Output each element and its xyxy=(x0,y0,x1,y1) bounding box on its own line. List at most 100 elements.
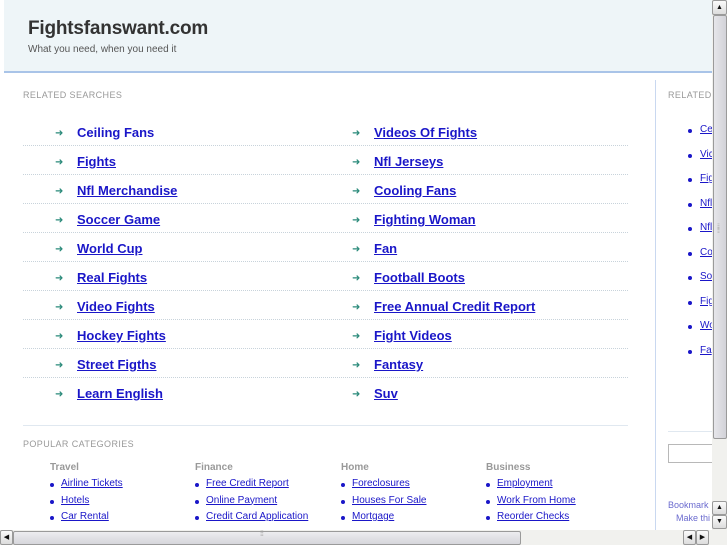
bullet-icon xyxy=(50,499,54,504)
bullet-icon xyxy=(688,349,692,354)
popular-categories-label: POPULAR CATEGORIES xyxy=(23,439,135,449)
scroll-right-arrow-icon[interactable]: ▶ xyxy=(696,530,709,545)
bullet-icon xyxy=(341,499,345,504)
category-link[interactable]: Car Rental xyxy=(61,511,109,522)
related-search-link[interactable]: Nfl Jerseys xyxy=(374,154,443,169)
category-link[interactable]: Reorder Checks xyxy=(497,511,569,522)
category-link[interactable]: Free Credit Report xyxy=(206,478,289,489)
sidebar-link[interactable]: Fig xyxy=(700,173,712,184)
related-search-link[interactable]: Nfl Merchandise xyxy=(77,183,177,198)
vertical-scroll-thumb[interactable]: ⁞⁞ ⁞⁞ xyxy=(713,15,727,439)
related-search-item: ➜ Fights xyxy=(55,153,116,171)
category-item: Mortgage xyxy=(341,511,426,528)
bullet-icon xyxy=(486,516,490,520)
make-homepage-link[interactable]: Make thi xyxy=(676,513,710,523)
category-link[interactable]: Airline Tickets xyxy=(61,478,123,489)
arrow-right-icon: ➜ xyxy=(352,186,361,197)
category-link[interactable]: Online Payment xyxy=(206,495,277,506)
related-search-item: ➜ World Cup xyxy=(55,240,142,258)
sidebar-link[interactable]: Wo xyxy=(700,320,712,331)
related-search-link[interactable]: Fantasy xyxy=(374,357,423,372)
arrow-right-icon: ➜ xyxy=(55,273,64,284)
category-link[interactable]: Foreclosures xyxy=(352,478,410,489)
related-search-row: ➜ World Cup ➜ Fan xyxy=(23,233,628,262)
sidebar-link[interactable]: Fig xyxy=(700,296,712,307)
related-search-item: ➜ Videos Of Fights xyxy=(352,124,477,142)
category-title: Finance xyxy=(195,462,233,473)
bullet-icon xyxy=(688,227,692,231)
related-search-link[interactable]: Video Fights xyxy=(77,299,155,314)
related-search-item: ➜ Street Figths xyxy=(55,356,156,374)
related-search-link[interactable]: Free Annual Credit Report xyxy=(374,299,535,314)
scroll-left-arrow-icon[interactable]: ◀ xyxy=(0,530,13,545)
sidebar-link[interactable]: Nfl xyxy=(700,222,712,233)
related-search-link[interactable]: Fan xyxy=(374,241,397,256)
related-search-item: ➜ Nfl Jerseys xyxy=(352,153,443,171)
arrow-right-icon: ➜ xyxy=(55,244,64,255)
related-search-link[interactable]: Cooling Fans xyxy=(374,183,456,198)
category-column: Business Employment Work From Home Reorder … xyxy=(486,462,576,528)
horizontal-scrollbar[interactable]: ◀ ⁞⁞⁞ ◀ ▶ xyxy=(0,530,712,545)
related-search-link[interactable]: Videos Of Fights xyxy=(374,125,477,140)
sidebar-link[interactable]: Co xyxy=(700,247,712,258)
related-search-link[interactable]: Street Figths xyxy=(77,357,156,372)
related-search-item: ➜ Free Annual Credit Report xyxy=(352,298,535,316)
sidebar-search-input[interactable] xyxy=(668,444,712,463)
scroll-left-arrow-icon-2[interactable]: ◀ xyxy=(683,530,696,545)
related-search-link[interactable]: Learn English xyxy=(77,386,163,401)
sidebar-label: RELATED xyxy=(668,90,712,100)
scroll-down-arrow-icon[interactable]: ▼ xyxy=(712,515,727,529)
sidebar-list: Ce Vic Fig Nfl Nfl Co So Fig Wo Fa xyxy=(688,124,712,369)
bullet-icon xyxy=(486,499,490,504)
sidebar-item: Fig xyxy=(688,173,712,198)
related-search-link[interactable]: Fight Videos xyxy=(374,328,452,343)
scroll-up-arrow-icon[interactable]: ▲ xyxy=(712,0,727,15)
bullet-icon xyxy=(688,276,692,280)
related-search-link[interactable]: Fighting Woman xyxy=(374,212,476,227)
category-link[interactable]: Credit Card Application xyxy=(206,511,308,522)
category-link[interactable]: Employment xyxy=(497,478,553,489)
scroll-page-up-arrow-icon[interactable]: ▲ xyxy=(712,501,727,515)
bookmark-link[interactable]: Bookmark xyxy=(668,500,709,510)
right-sidebar: RELATED Ce Vic Fig Nfl Nfl Co So Fig Wo Fa Bookma… xyxy=(655,80,712,530)
related-search-link[interactable]: Ceiling Fans xyxy=(77,125,154,140)
bullet-icon xyxy=(341,516,345,520)
bullet-icon xyxy=(688,300,692,305)
sidebar-link[interactable]: Vic xyxy=(700,149,712,160)
sidebar-link[interactable]: Ce xyxy=(700,124,712,135)
category-item: Houses For Sale xyxy=(341,495,426,512)
category-link[interactable]: Mortgage xyxy=(352,511,394,522)
sidebar-link[interactable]: So xyxy=(700,271,712,282)
sidebar-link[interactable]: Nfl xyxy=(700,198,712,209)
category-title: Travel xyxy=(50,462,79,473)
horizontal-scroll-thumb[interactable]: ⁞⁞⁞ xyxy=(13,531,521,545)
grip-icon: ⁞⁞⁞ xyxy=(260,531,264,538)
sidebar-item: Fa xyxy=(688,345,712,370)
sidebar-link[interactable]: Fa xyxy=(700,345,712,356)
related-search-link[interactable]: Fights xyxy=(77,154,116,169)
related-search-link[interactable]: Hockey Fights xyxy=(77,328,166,343)
category-link[interactable]: Houses For Sale xyxy=(352,495,426,506)
bullet-icon xyxy=(195,516,199,520)
related-search-link[interactable]: Suv xyxy=(374,386,398,401)
category-column: Finance Free Credit Report Online Payment C… xyxy=(195,462,308,528)
site-tagline: What you need, when you need it xyxy=(28,44,177,55)
category-link[interactable]: Hotels xyxy=(61,495,89,506)
grip-icon: ⁞⁞ ⁞⁞ xyxy=(717,224,720,235)
related-search-link[interactable]: Real Fights xyxy=(77,270,147,285)
sidebar-divider xyxy=(668,431,712,432)
arrow-right-icon: ➜ xyxy=(352,273,361,284)
related-search-link[interactable]: Football Boots xyxy=(374,270,465,285)
related-search-link[interactable]: World Cup xyxy=(77,241,142,256)
related-search-item: ➜ Cooling Fans xyxy=(352,182,456,200)
category-column: Travel Airline Tickets Hotels Car Rental xyxy=(50,462,123,528)
related-search-row: ➜ Ceiling Fans ➜ Videos Of Fights xyxy=(23,117,628,146)
related-search-link[interactable]: Soccer Game xyxy=(77,212,160,227)
sidebar-item: Wo xyxy=(688,320,712,345)
category-item: Car Rental xyxy=(50,511,123,528)
related-search-row: ➜ Street Figths ➜ Fantasy xyxy=(23,349,628,378)
vertical-scrollbar[interactable]: ▲ ⁞⁞ ⁞⁞ ▲ ▼ xyxy=(712,0,727,530)
category-link[interactable]: Work From Home xyxy=(497,495,576,506)
related-search-item: ➜ Football Boots xyxy=(352,269,465,287)
related-search-item: ➜ Nfl Merchandise xyxy=(55,182,177,200)
